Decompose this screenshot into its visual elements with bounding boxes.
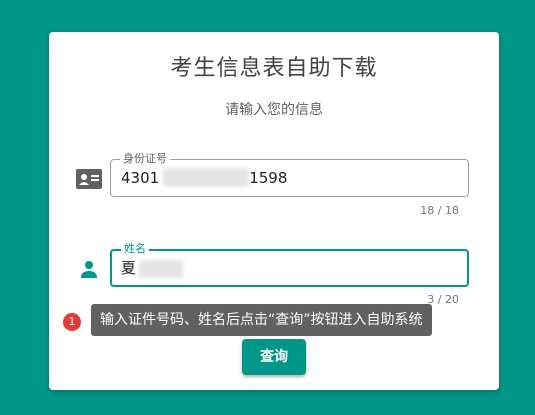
name-label: 姓名 [121,242,149,256]
name-counter: 3 / 20 [427,293,459,306]
id-number-counter: 18 / 18 [420,204,459,217]
redaction-blur [163,168,249,187]
login-card: 考生信息表自助下载 请输入您的信息 身份证号 4301 1598 18 / 18 … [49,32,499,390]
guide-tooltip: 输入证件号码、姓名后点击“查询”按钮进入自助系统 [91,304,432,336]
name-field[interactable]: 姓名 夏 [110,242,469,287]
id-number-field[interactable]: 身份证号 4301 1598 [110,152,469,197]
redaction-blur [139,260,183,278]
id-number-label: 身份证号 [120,152,170,166]
step-badge: 1 [63,313,81,331]
query-button[interactable]: 查询 [242,339,306,375]
page-title: 考生信息表自助下载 [170,56,378,81]
id-number-prefix: 4301 [121,169,160,187]
name-value[interactable]: 夏 [121,259,136,277]
page-subtitle: 请输入您的信息 [225,102,323,118]
person-icon [81,261,97,278]
id-number-suffix: 1598 [249,169,288,187]
id-card-icon [76,169,102,189]
